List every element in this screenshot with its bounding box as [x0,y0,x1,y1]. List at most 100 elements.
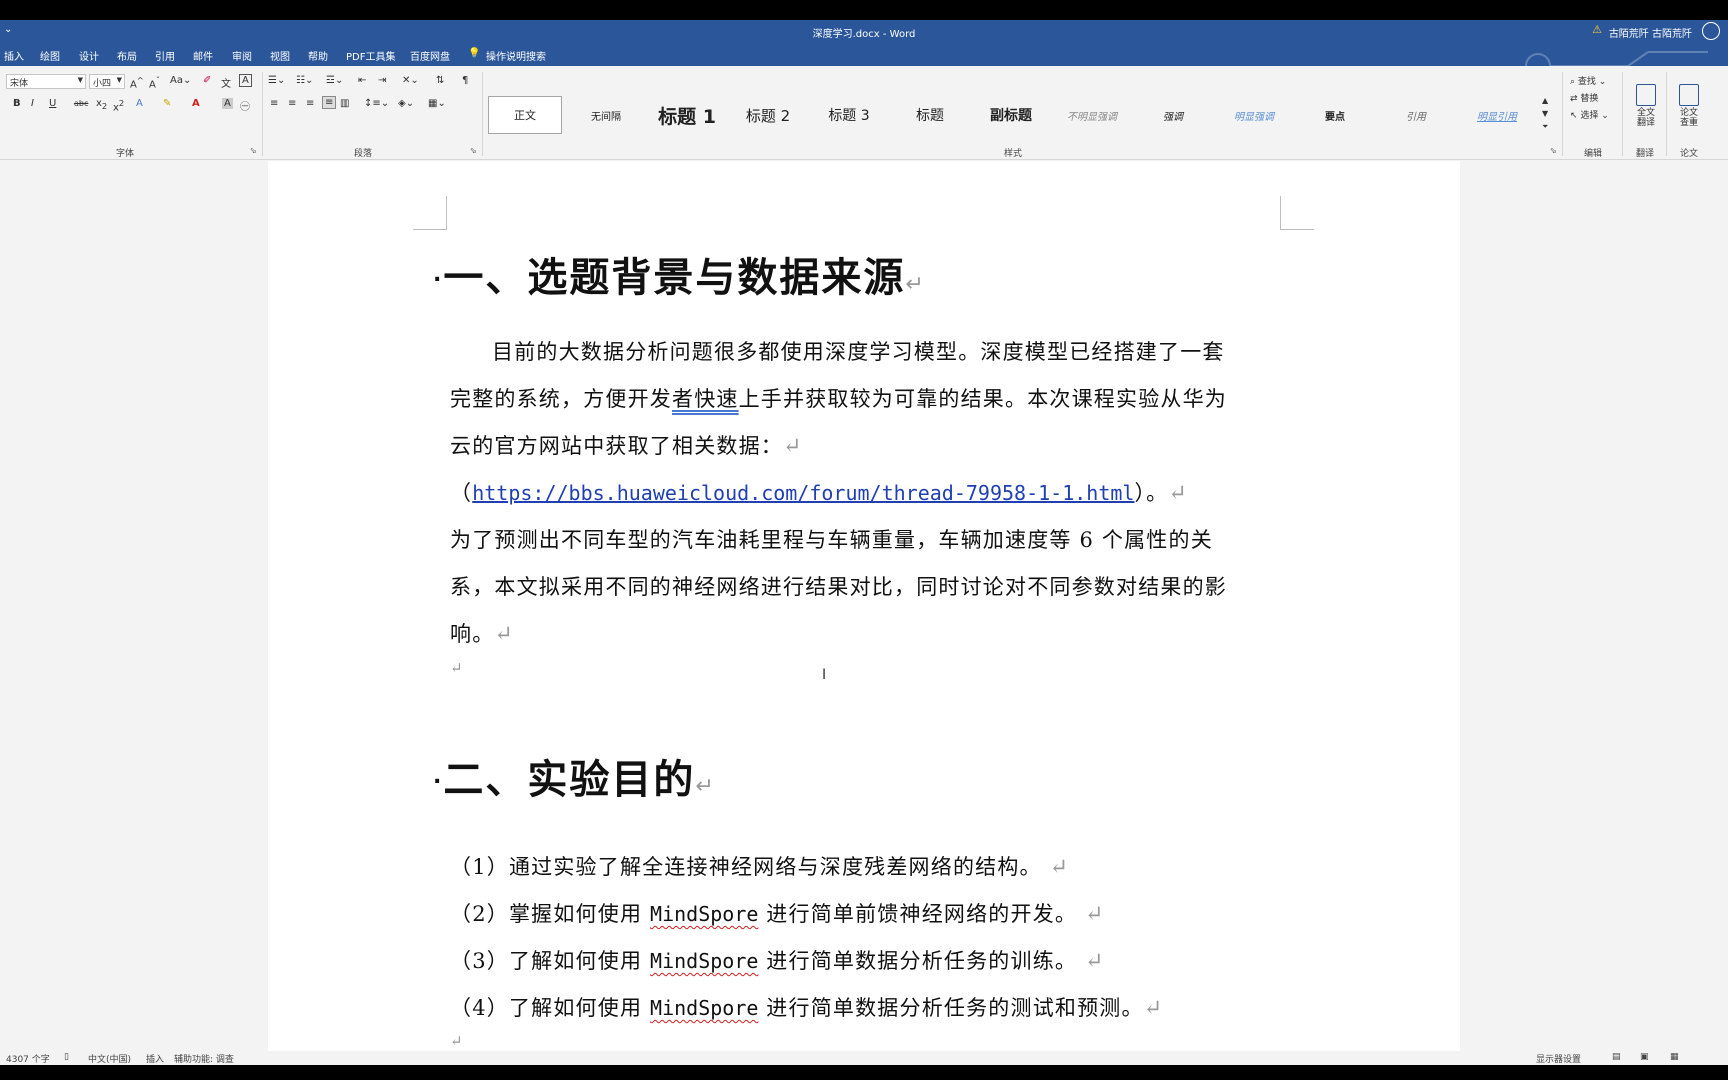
user-name[interactable]: 古陌荒阡 古陌荒阡 [1609,25,1692,40]
chinese-layout-icon[interactable]: ✕⌄ [402,75,419,86]
display-settings[interactable]: 显示器设置 [1536,1052,1581,1065]
tab-references[interactable]: 引用 [155,48,175,63]
align-center-icon[interactable]: ≡ [288,98,296,109]
word-count[interactable]: 4307 个字 [6,1052,50,1065]
borders-icon[interactable]: ▦⌄ [428,98,446,109]
read-mode-icon[interactable]: ▤ [1612,1052,1621,1062]
web-layout-icon[interactable]: ▦ [1670,1052,1679,1062]
tab-mailings[interactable]: 邮件 [193,48,213,63]
goal-item-3[interactable]: （3）了解如何使用 MindSpore 进行简单数据分析任务的训练。 ↵ [450,945,1105,975]
heading-2[interactable]: ·二、实验目的↵ [433,747,716,805]
phonetic-guide-icon[interactable]: 文 [221,75,231,90]
select-button[interactable]: ↖ 选择 ⌄ [1570,108,1609,121]
style-no-spacing[interactable]: 无间隔 [569,96,643,134]
enclose-char-icon[interactable]: ㊀ [240,98,250,113]
tab-pdf-tools[interactable]: PDF工具集 [346,48,395,63]
change-case-icon[interactable]: Aa⌄ [170,75,191,86]
paragraph-line[interactable]: 系，本文拟采用不同的神经网络进行结果对比，同时讨论对不同参数对结果的影 [450,571,1227,601]
ribbon-tabs: 插入 绘图 设计 布局 引用 邮件 审阅 视图 帮助 PDF工具集 百度网盘 💡… [0,44,1728,81]
document-page[interactable]: ·一、选题背景与数据来源↵ 目前的大数据分析问题很多都使用深度学习模型。深度模型… [268,161,1460,1061]
bullets-icon[interactable]: ☰⌄ [268,75,285,86]
find-button[interactable]: ⌕ 查找 ⌄ [1570,74,1606,87]
decrease-indent-icon[interactable]: ⇤ [358,75,366,86]
paragraph-line[interactable]: 目前的大数据分析问题很多都使用深度学习模型。深度模型已经搭建了一套 [492,336,1225,366]
window-title: 深度学习.docx - Word [812,29,916,40]
char-shading-icon[interactable]: A [222,98,233,109]
style-subtitle[interactable]: 副标题 [974,96,1048,134]
styles-dialog-launcher-icon[interactable]: ⬂ [1550,146,1557,155]
heading-1[interactable]: ·一、选题背景与数据来源↵ [433,245,926,303]
numbering-icon[interactable]: ☷⌄ [296,75,313,86]
warning-icon[interactable]: ⚠ [1592,23,1602,36]
style-strong[interactable]: 要点 [1298,96,1372,134]
font-name-combo[interactable]: 宋体 ▼ [6,74,86,89]
style-normal[interactable]: 正文 [488,96,562,134]
print-layout-icon[interactable]: ▣ [1640,1052,1649,1062]
paragraph-line[interactable]: 为了预测出不同车型的汽车油耗里程与车辆重量，车辆加速度等 6 个属性的关 [450,524,1213,554]
paragraph-line[interactable]: 响。↵ [450,618,514,648]
italic-icon[interactable]: I [31,98,34,109]
tab-baidu-netdisk[interactable]: 百度网盘 [410,48,450,63]
tell-me-search[interactable]: 操作说明搜索 [486,48,546,63]
style-title[interactable]: 标题 [893,96,967,134]
goal-item-1[interactable]: （1）通过实验了解全连接神经网络与深度残差网络的结构。 ↵ [450,851,1069,881]
empty-paragraph[interactable]: ↵ [450,654,464,678]
insert-mode[interactable]: 插入 [146,1052,164,1065]
highlight-icon[interactable]: ✎ [163,98,171,109]
style-intense-emphasis[interactable]: 明显强调 [1217,96,1291,134]
style-intense-quote[interactable]: 明显引用 [1460,96,1534,134]
goal-item-2[interactable]: （2）掌握如何使用 MindSpore 进行简单前馈神经网络的开发。 ↵ [450,898,1105,928]
show-marks-icon[interactable]: ¶ [462,75,468,86]
increase-indent-icon[interactable]: ⇥ [378,75,386,86]
tab-help[interactable]: 帮助 [308,48,328,63]
multilevel-list-icon[interactable]: ☲⌄ [326,75,343,86]
tab-insert[interactable]: 插入 [4,48,24,63]
style-subtle-emphasis[interactable]: 不明显强调 [1055,96,1129,134]
replace-button[interactable]: ⇄ 替换 [1570,91,1598,104]
font-dialog-launcher-icon[interactable]: ⬂ [250,146,257,155]
paragraph-line[interactable]: 完整的系统，方便开发者快速上手并获取较为可靠的结果。本次课程实验从华为 [450,383,1227,413]
style-emphasis[interactable]: 强调 [1136,96,1210,134]
tab-view[interactable]: 视图 [270,48,290,63]
sort-icon[interactable]: ⇅ [436,75,444,86]
style-heading-3[interactable]: 标题 3 [812,96,886,134]
style-heading-2[interactable]: 标题 2 [731,96,805,134]
language-indicator[interactable]: 中文(中国) [88,1052,131,1065]
shrink-font-icon[interactable]: Aˇ [149,75,160,90]
underline-icon[interactable]: U [49,98,56,109]
grow-font-icon[interactable]: A^ [130,75,144,90]
shading-icon[interactable]: ◈⌄ [398,98,414,109]
font-color-icon[interactable]: A [192,98,200,109]
line-spacing-icon[interactable]: ↕≡⌄ [364,98,389,109]
distributed-icon[interactable]: ▥ [340,98,349,109]
style-quote[interactable]: 引用 [1379,96,1453,134]
superscript-icon[interactable]: x2 [113,98,124,113]
align-right-icon[interactable]: ≡ [306,98,314,109]
styles-scroll-icon[interactable]: ▲ ▼ ⏷ [1542,94,1548,133]
justify-icon[interactable]: ≡ [322,96,337,109]
tab-draw[interactable]: 绘图 [40,48,60,63]
bold-icon[interactable]: B [13,98,21,109]
paragraph-dialog-launcher-icon[interactable]: ⬂ [470,146,477,155]
link-line[interactable]: （https://bbs.huaweicloud.com/forum/threa… [450,477,1188,507]
full-translate-button[interactable]: 全文 翻译 [1629,74,1663,128]
style-heading-1[interactable]: 标题 1 [650,96,724,134]
strikethrough-icon[interactable]: abc [74,99,88,108]
text-effects-icon[interactable]: A [136,98,143,109]
char-border-icon[interactable]: A [239,74,252,87]
proofing-icon[interactable]: ▯ [64,1052,69,1062]
tab-design[interactable]: 设计 [79,48,99,63]
accessibility-status[interactable]: 辅助功能: 调查 [174,1052,234,1065]
empty-paragraph[interactable]: ↵ [450,1027,464,1051]
tab-layout[interactable]: 布局 [117,48,137,63]
align-left-icon[interactable]: ≡ [270,98,278,109]
avatar[interactable] [1702,22,1720,40]
goal-item-4[interactable]: （4）了解如何使用 MindSpore 进行简单数据分析任务的测试和预测。↵ [450,992,1163,1022]
paragraph-line[interactable]: 云的官方网站中获取了相关数据：↵ [450,430,803,460]
font-size-combo[interactable]: 小四 ▼ [89,74,125,89]
clear-format-icon[interactable]: ✐ [203,75,211,86]
tab-review[interactable]: 审阅 [232,48,252,63]
subscript-icon[interactable]: x2 [96,98,107,111]
paper-check-button[interactable]: 论文 查重 [1672,74,1706,128]
huaweicloud-link[interactable]: https://bbs.huaweicloud.com/forum/thread… [472,481,1134,505]
